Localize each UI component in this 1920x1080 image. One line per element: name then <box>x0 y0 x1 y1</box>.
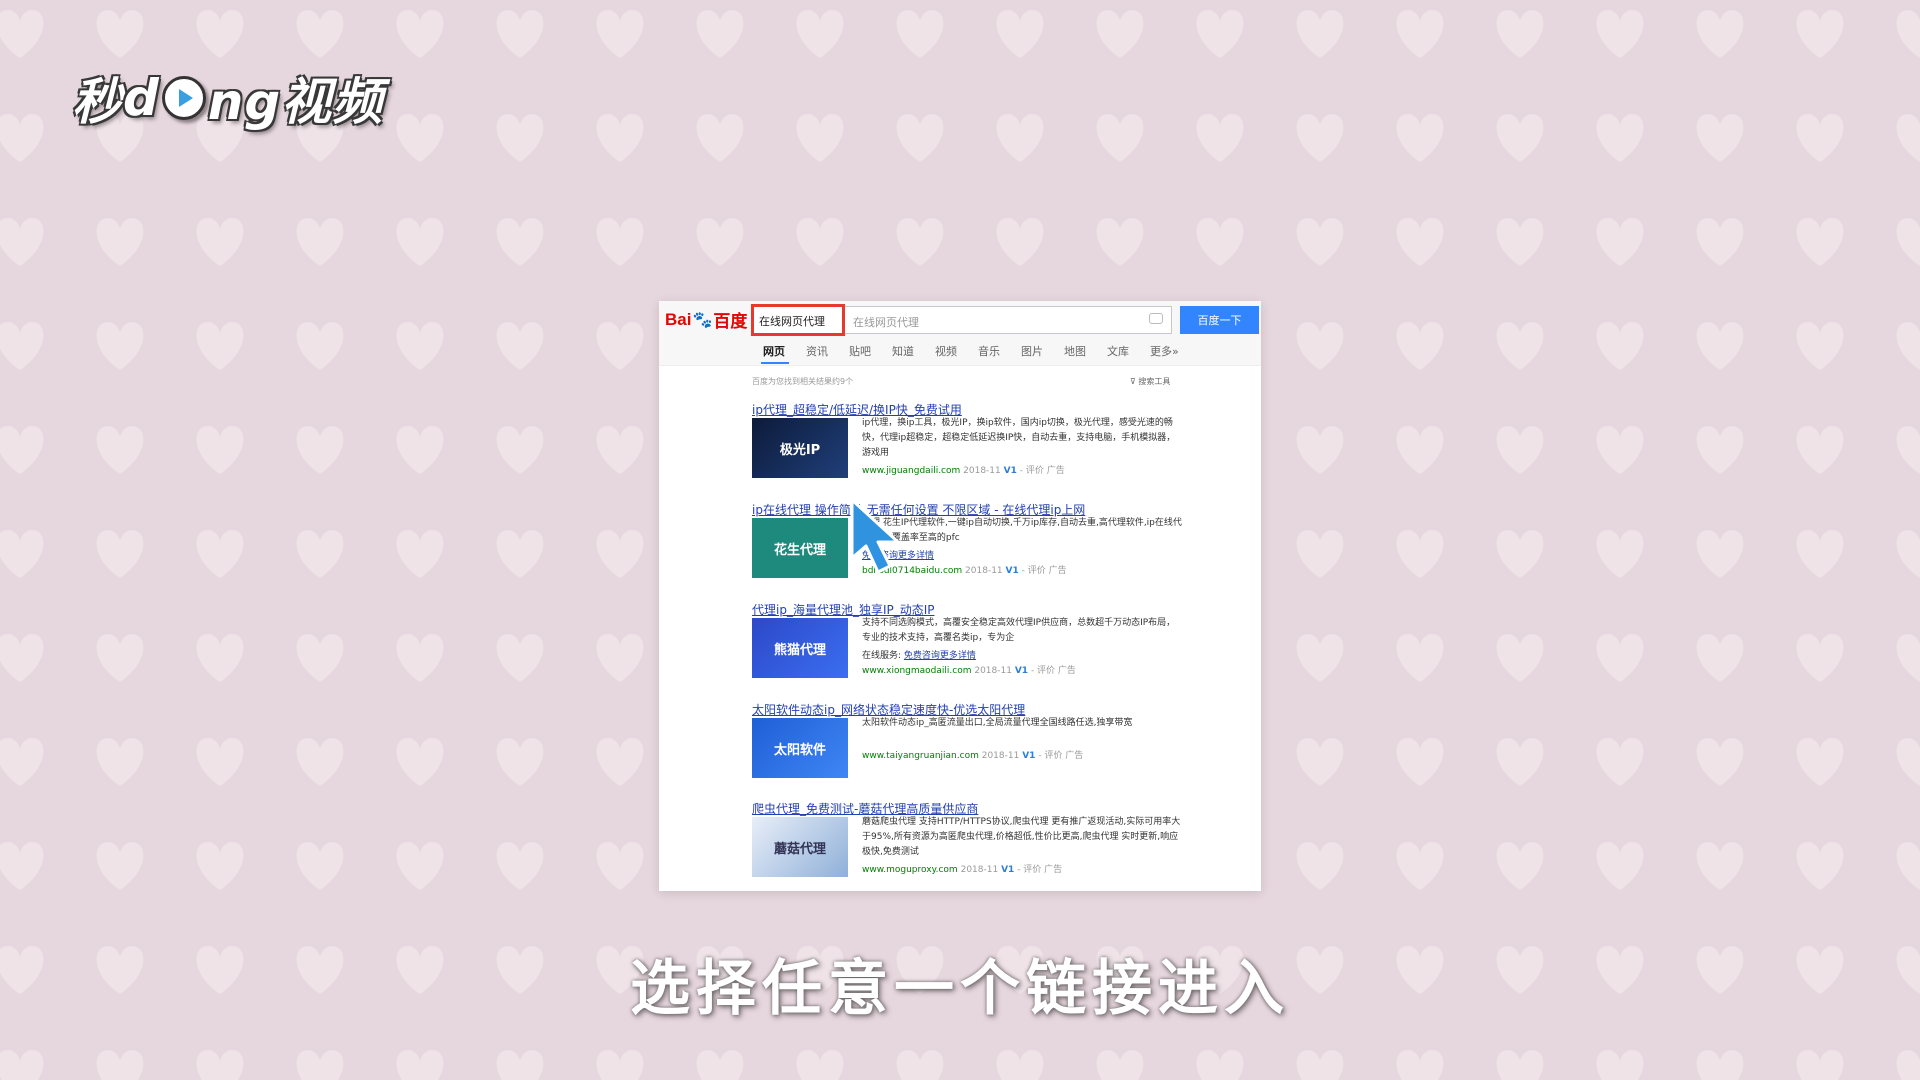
result-url-line[interactable]: www.jiguangdaili.com 2018-11 V1 - 评价 广告 <box>862 463 1065 476</box>
result-description: 支持不同选购模式，高覆安全稳定高效代理IP供应商，总数超千万动态IP布局，专业的… <box>862 618 1176 643</box>
mouse-cursor-icon <box>850 498 900 574</box>
baidu-logo[interactable]: Bai 🐾 百度 <box>665 307 747 332</box>
v1-badge-icon: V1 <box>1014 666 1029 676</box>
search-tools-link[interactable]: ⊽ 搜索工具 <box>1130 376 1170 387</box>
baidu-logo-text: Bai <box>665 309 692 329</box>
result-description: 蘑菇爬虫代理 支持HTTP/HTTPS协议,爬虫代理 更有推广返现活动,实际可用… <box>862 817 1181 857</box>
result-tail: - 评价 广告 <box>1021 566 1067 576</box>
result-extra-link[interactable]: 免费咨询更多详情 <box>904 651 976 661</box>
baidu-header: Bai 🐾 百度 在线网页代理 在线网页代理 百度一下 网页 资讯 贴吧 知道 … <box>659 301 1261 366</box>
result-tail: - 评价 广告 <box>1030 666 1076 676</box>
search-button[interactable]: 百度一下 <box>1180 306 1259 334</box>
result-tail: - 评价 广告 <box>1038 751 1084 761</box>
v1-badge-icon: V1 <box>1001 865 1015 875</box>
search-result: ip在线代理 操作简单 无需任何设置 不限区域 - 在线代理ip上网 花生代理 … <box>752 501 1202 591</box>
tab-images[interactable]: 图片 <box>1021 343 1064 359</box>
result-thumbnail[interactable]: 极光IP <box>752 418 848 478</box>
v1-badge-icon: V1 <box>1003 466 1017 476</box>
result-url-line[interactable]: www.moguproxy.com 2018-11 V1 - 评价 广告 <box>862 862 1062 875</box>
result-thumbnail[interactable]: 太阳软件 <box>752 718 848 778</box>
result-description: 太阳软件动态ip_高匿流量出口,全局流量代理全国线路任选,独享带宽 <box>862 718 1133 728</box>
result-date: 2018-11 <box>960 865 999 875</box>
result-url: www.xiongmaodaili.com <box>862 666 972 676</box>
result-date: 2018-11 <box>974 666 1012 676</box>
thumb-label: 太阳软件 <box>773 742 826 758</box>
search-query-echo: 在线网页代理 <box>853 316 919 329</box>
result-date: 2018-11 <box>965 566 1003 576</box>
thumb-label: 极光IP <box>779 442 821 458</box>
tab-video[interactable]: 视频 <box>935 343 978 359</box>
tab-map[interactable]: 地图 <box>1064 343 1107 359</box>
result-date: 2018-11 <box>981 751 1020 761</box>
baidu-paw-icon: 🐾 <box>692 311 713 329</box>
thumb-label: 熊猫代理 <box>773 642 826 658</box>
search-tools-label: 搜索工具 <box>1138 377 1171 386</box>
tab-web[interactable]: 网页 <box>763 343 806 359</box>
active-tab-indicator <box>761 362 789 364</box>
result-url-line[interactable]: www.taiyangruanjian.com 2018-11 V1 - 评价 … <box>862 748 1083 761</box>
search-result: 太阳软件动态ip_网络状态稳定速度快-优选太阳代理 太阳软件 太阳软件动态ip_… <box>752 701 1202 786</box>
thumb-label: 花生代理 <box>773 542 826 558</box>
search-tabs: 网页 资讯 贴吧 知道 视频 音乐 图片 地图 文库 更多» <box>763 343 1193 359</box>
video-subtitle: 选择任意一个链接进入 <box>630 954 1290 1024</box>
tab-zhidao[interactable]: 知道 <box>892 343 935 359</box>
result-tail: - 评价 广告 <box>1017 865 1063 875</box>
search-result: ip代理_超稳定/低延迟/换IP快_免费试用 极光IP ip代理，换ip工具，极… <box>752 401 1202 491</box>
result-description: ip代理，换ip工具，极光IP，换ip软件，国内ip切换，极光代理，感受光速的畅… <box>862 418 1176 458</box>
result-tail: - 评价 广告 <box>1019 466 1065 476</box>
result-extra: 在线服务: 免费咨询更多详情 <box>862 648 976 661</box>
search-result: 代理ip_海量代理池_独享IP_动态IP 熊猫代理 支持不同选购模式，高覆安全稳… <box>752 601 1202 691</box>
logo-text-1: 秒 <box>72 73 123 131</box>
brand-logo: 秒 d ng视频 <box>72 62 383 134</box>
result-thumbnail[interactable]: 蘑菇代理 <box>752 817 848 877</box>
baidu-logo-cn: 百度 <box>713 312 748 331</box>
result-date: 2018-11 <box>963 466 1001 476</box>
logo-text-2: d <box>123 69 160 127</box>
result-thumbnail[interactable]: 花生代理 <box>752 518 848 578</box>
search-query: 在线网页代理 <box>759 315 825 328</box>
v1-badge-icon: V1 <box>1005 566 1019 576</box>
logo-text-3: ng视频 <box>207 73 384 131</box>
tab-more[interactable]: 更多» <box>1150 343 1193 359</box>
search-input[interactable]: 在线网页代理 在线网页代理 <box>751 304 1172 336</box>
v1-badge-icon: V1 <box>1022 751 1036 761</box>
result-description: 代理 花生IP代理软件,一键ip自动切换,千万ip库存,自动去重,高代理软件,i… <box>862 518 1182 543</box>
result-thumbnail[interactable]: 熊猫代理 <box>752 618 848 678</box>
camera-icon[interactable] <box>1149 313 1163 324</box>
result-url: www.moguproxy.com <box>862 865 958 875</box>
tab-tieba[interactable]: 贴吧 <box>849 343 892 359</box>
result-extra-label: 在线服务: <box>862 651 902 661</box>
result-url: www.taiyangruanjian.com <box>862 751 979 761</box>
tab-news[interactable]: 资讯 <box>806 343 849 359</box>
search-result: 爬虫代理_免费测试-蘑菇代理高质量供应商 蘑菇代理 蘑菇爬虫代理 支持HTTP/… <box>752 800 1202 885</box>
result-count: 百度为您找到相关结果约9个 <box>752 377 854 386</box>
baidu-screenshot: Bai 🐾 百度 在线网页代理 在线网页代理 百度一下 网页 资讯 贴吧 知道 … <box>659 301 1261 891</box>
thumb-label: 蘑菇代理 <box>773 841 826 857</box>
result-url-line[interactable]: www.xiongmaodaili.com 2018-11 V1 - 评价 广告 <box>862 663 1076 676</box>
result-url: www.jiguangdaili.com <box>862 466 961 476</box>
play-icon <box>161 76 206 120</box>
tab-music[interactable]: 音乐 <box>978 343 1021 359</box>
tab-wenku[interactable]: 文库 <box>1107 343 1150 359</box>
